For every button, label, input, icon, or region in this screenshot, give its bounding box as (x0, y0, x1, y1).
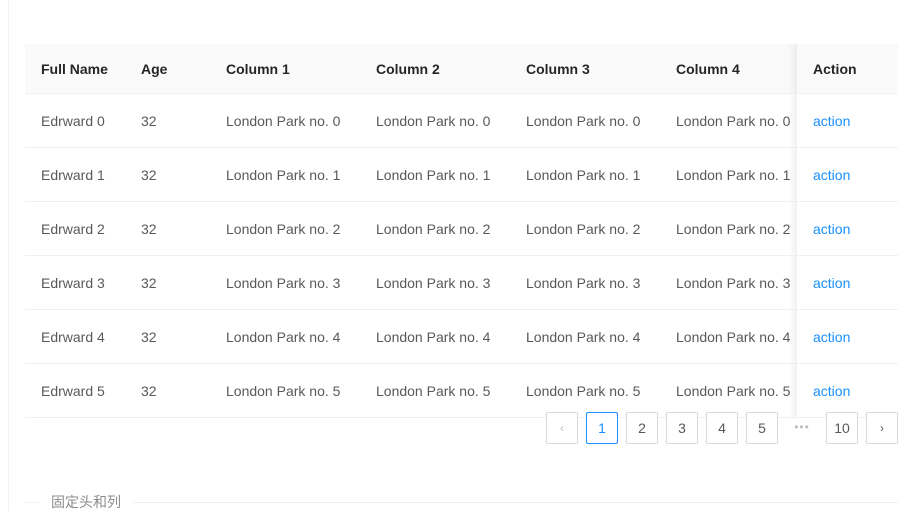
cell-column-3: London Park no. 0 (526, 112, 641, 129)
cell-column-1: London Park no. 3 (226, 274, 341, 291)
cell-column-2: London Park no. 4 (376, 328, 491, 345)
cell-column-2: London Park no. 1 (376, 166, 491, 183)
action-link[interactable]: action (813, 383, 850, 399)
table-header: Full Name Age Column 1 Column 2 Column 3… (25, 44, 898, 94)
pagination-page-3[interactable]: 3 (666, 412, 698, 444)
cell-column-3: London Park no. 1 (526, 166, 641, 183)
pagination: ‹ 1 2 3 4 5 ••• 10 › (546, 412, 898, 444)
column-header-age[interactable]: Age (125, 61, 210, 77)
cell-action: action (788, 364, 898, 417)
action-link[interactable]: action (813, 329, 850, 345)
cell-action: action (788, 94, 898, 147)
column-header-action[interactable]: Action (788, 44, 898, 93)
data-table: Full Name Age Column 1 Column 2 Column 3… (25, 44, 898, 453)
table-header-row: Full Name Age Column 1 Column 2 Column 3… (25, 44, 898, 93)
cell-full-name: Edrward 0 (41, 112, 105, 129)
cell-column-4: London Park no. 4 (676, 328, 791, 345)
cell-column-1: London Park no. 4 (226, 328, 341, 345)
cell-column-3: London Park no. 3 (526, 274, 641, 291)
cell-age: 32 (141, 274, 157, 291)
page-left-divider (8, 0, 9, 511)
action-link[interactable]: action (813, 275, 850, 291)
cell-column-2: London Park no. 0 (376, 112, 491, 129)
table-row[interactable]: Edrward 1 32 London Park no. 1 London Pa… (25, 148, 898, 202)
cell-column-4: London Park no. 5 (676, 382, 791, 399)
cell-action: action (788, 202, 898, 255)
pagination-page-4[interactable]: 4 (706, 412, 738, 444)
cell-column-2: London Park no. 3 (376, 274, 491, 291)
table-row[interactable]: Edrward 3 32 London Park no. 3 London Pa… (25, 256, 898, 310)
cell-age: 32 (141, 382, 157, 399)
column-header-full-name[interactable]: Full Name (25, 61, 125, 77)
pagination-page-2[interactable]: 2 (626, 412, 658, 444)
cell-column-4: London Park no. 3 (676, 274, 791, 291)
cell-age: 32 (141, 328, 157, 345)
cell-full-name: Edrward 1 (41, 166, 105, 183)
table-body-scroll-area[interactable]: Edrward 0 32 London Park no. 0 London Pa… (25, 94, 898, 453)
cell-full-name: Edrward 5 (41, 382, 105, 399)
column-header-column-1[interactable]: Column 1 (210, 61, 360, 77)
caption-rule-right (133, 501, 898, 503)
table-row[interactable]: Edrward 2 32 London Park no. 2 London Pa… (25, 202, 898, 256)
table-row[interactable]: Edrward 0 32 London Park no. 0 London Pa… (25, 94, 898, 148)
cell-column-2: London Park no. 2 (376, 220, 491, 237)
action-link[interactable]: action (813, 167, 850, 183)
cell-action: action (788, 310, 898, 363)
caption-label: 固定头和列 (51, 494, 121, 510)
cell-column-4: London Park no. 1 (676, 166, 791, 183)
pagination-page-last[interactable]: 10 (826, 412, 858, 444)
table-row[interactable]: Edrward 5 32 London Park no. 5 London Pa… (25, 364, 898, 418)
cell-action: action (788, 148, 898, 201)
action-link[interactable]: action (813, 113, 850, 129)
column-header-column-3[interactable]: Column 3 (510, 61, 660, 77)
pagination-page-5[interactable]: 5 (746, 412, 778, 444)
column-header-column-2[interactable]: Column 2 (360, 61, 510, 77)
table-row[interactable]: Edrward 4 32 London Park no. 4 London Pa… (25, 310, 898, 364)
cell-column-4: London Park no. 2 (676, 220, 791, 237)
chevron-right-icon[interactable]: › (866, 412, 898, 444)
cell-age: 32 (141, 220, 157, 237)
pagination-page-1[interactable]: 1 (586, 412, 618, 444)
cell-full-name: Edrward 4 (41, 328, 105, 345)
cell-column-1: London Park no. 1 (226, 166, 341, 183)
cell-column-2: London Park no. 5 (376, 382, 491, 399)
cell-column-1: London Park no. 0 (226, 112, 341, 129)
cell-action: action (788, 256, 898, 309)
cell-age: 32 (141, 112, 157, 129)
cell-full-name: Edrward 3 (41, 274, 105, 291)
action-link[interactable]: action (813, 221, 850, 237)
caption-rule-left (25, 501, 39, 503)
column-header-column-4[interactable]: Column 4 (660, 61, 810, 77)
cell-age: 32 (141, 166, 157, 183)
chevron-left-icon[interactable]: ‹ (546, 412, 578, 444)
pagination-ellipsis[interactable]: ••• (786, 412, 818, 444)
cell-column-3: London Park no. 5 (526, 382, 641, 399)
page-root: Full Name Age Column 1 Column 2 Column 3… (0, 0, 922, 511)
cell-column-1: London Park no. 5 (226, 382, 341, 399)
cell-column-3: London Park no. 2 (526, 220, 641, 237)
cell-column-3: London Park no. 4 (526, 328, 641, 345)
cell-column-1: London Park no. 2 (226, 220, 341, 237)
section-caption: 固定头和列 (25, 492, 898, 512)
cell-column-4: London Park no. 0 (676, 112, 791, 129)
cell-full-name: Edrward 2 (41, 220, 105, 237)
